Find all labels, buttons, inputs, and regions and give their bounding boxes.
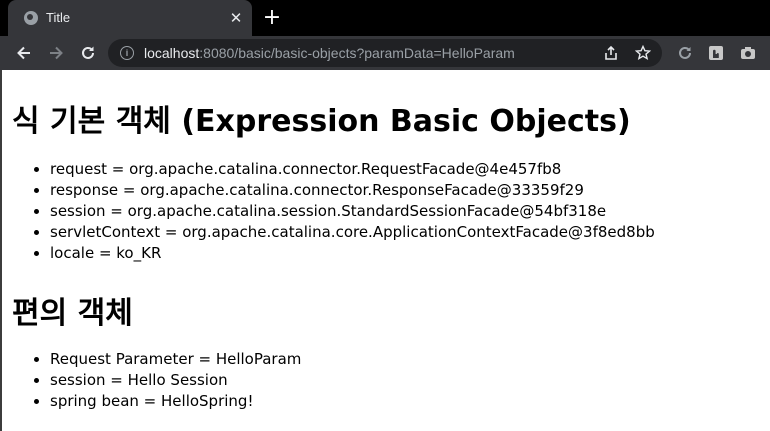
new-tab-icon[interactable]: +: [260, 6, 284, 30]
list-item: response = org.apache.catalina.connector…: [50, 180, 655, 201]
browser-tab[interactable]: Title ✕: [8, 0, 252, 36]
page-content: 식 기본 객체 (Expression Basic Objects) reque…: [0, 70, 770, 431]
forward-arrow-icon[interactable]: [44, 41, 68, 65]
close-tab-icon[interactable]: ✕: [226, 8, 246, 28]
share-icon[interactable]: [602, 44, 620, 62]
tab-strip: Title ✕ +: [0, 0, 770, 36]
list-item: session = org.apache.catalina.session.St…: [50, 201, 655, 222]
url-path: :8080/basic/basic-objects?paramData=Hell…: [199, 45, 515, 61]
address-bar[interactable]: i localhost:8080/basic/basic-objects?par…: [108, 39, 662, 67]
basic-objects-list: request = org.apache.catalina.connector.…: [12, 159, 655, 264]
url-host: localhost: [144, 45, 200, 61]
list-item: request = org.apache.catalina.connector.…: [50, 159, 655, 180]
bookmark-star-icon[interactable]: [634, 44, 652, 62]
convenience-objects-list: Request Parameter = HelloParam session =…: [12, 349, 301, 412]
extension-refresh-icon[interactable]: [676, 44, 694, 62]
list-item: locale = ko_KR: [50, 243, 655, 264]
heading-basic-objects: 식 기본 객체 (Expression Basic Objects): [12, 104, 631, 139]
extension-icon[interactable]: [707, 44, 725, 62]
globe-icon: [24, 11, 38, 25]
heading-convenience-objects: 편의 객체: [12, 296, 133, 331]
url-text[interactable]: localhost:8080/basic/basic-objects?param…: [144, 45, 515, 61]
tab-title: Title: [46, 10, 71, 25]
reload-icon[interactable]: [76, 41, 100, 65]
list-item: spring bean = HelloSpring!: [50, 391, 301, 412]
camera-icon[interactable]: [739, 44, 757, 62]
list-item: Request Parameter = HelloParam: [50, 349, 301, 370]
site-info-icon[interactable]: i: [120, 46, 134, 60]
back-arrow-icon[interactable]: [12, 41, 36, 65]
list-item: servletContext = org.apache.catalina.cor…: [50, 222, 655, 243]
list-item: session = Hello Session: [50, 370, 301, 391]
page-left-border: [0, 70, 2, 431]
